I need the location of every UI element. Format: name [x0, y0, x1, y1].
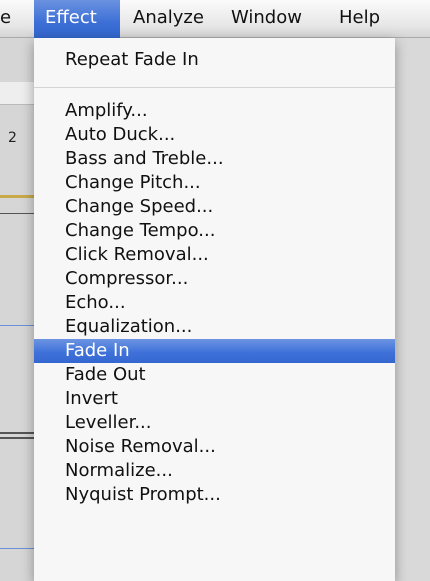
menu-item-normalize[interactable]: Normalize... — [34, 459, 395, 483]
menu-item-leveller[interactable]: Leveller... — [34, 411, 395, 435]
menu-item-equalization[interactable]: Equalization... — [34, 315, 395, 339]
menu-item-change-pitch[interactable]: Change Pitch... — [34, 171, 395, 195]
menu-item-fade-in[interactable]: Fade In — [34, 339, 395, 363]
effect-dropdown-menu: Repeat Fade In Amplify... Auto Duck... B… — [34, 38, 395, 581]
menu-item-fade-out[interactable]: Fade Out — [34, 363, 395, 387]
background-toolbar-strip — [0, 82, 34, 105]
menu-help[interactable]: Help — [339, 0, 380, 38]
menu-item-compressor[interactable]: Compressor... — [34, 267, 395, 291]
menu-item-noise-removal[interactable]: Noise Removal... — [34, 435, 395, 459]
menu-item-amplify[interactable]: Amplify... — [34, 99, 395, 123]
menu-item-echo[interactable]: Echo... — [34, 291, 395, 315]
background-waveform-line-2 — [0, 548, 34, 549]
menu-window[interactable]: Window — [231, 0, 302, 38]
background-track-number: 2 — [8, 130, 17, 146]
background-track-line — [0, 213, 34, 214]
menu-bar: e Effect Analyze Window Help — [0, 0, 430, 38]
menu-item-click-removal[interactable]: Click Removal... — [34, 243, 395, 267]
menu-file-partial[interactable]: e — [0, 0, 22, 38]
menu-item-invert[interactable]: Invert — [34, 387, 395, 411]
background-track-marker — [0, 195, 34, 198]
menu-item-change-tempo[interactable]: Change Tempo... — [34, 219, 395, 243]
menu-item-bass-and-treble[interactable]: Bass and Treble... — [34, 147, 395, 171]
background-right-panel — [395, 38, 430, 581]
menu-separator — [34, 87, 395, 88]
background-track-line-3 — [0, 437, 34, 439]
menu-item-auto-duck[interactable]: Auto Duck... — [34, 123, 395, 147]
background-track-line-2 — [0, 432, 34, 434]
menu-item-change-speed[interactable]: Change Speed... — [34, 195, 395, 219]
menu-item-repeat-fade-in[interactable]: Repeat Fade In — [34, 48, 395, 72]
background-waveform-line — [0, 325, 34, 326]
menu-item-nyquist-prompt[interactable]: Nyquist Prompt... — [34, 483, 395, 507]
background-left-panel — [0, 38, 34, 581]
menu-analyze[interactable]: Analyze — [133, 0, 204, 38]
menu-effect[interactable]: Effect — [34, 0, 120, 38]
